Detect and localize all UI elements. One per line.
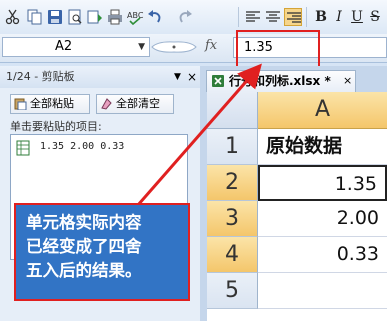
- cell-a1[interactable]: 原始数据: [258, 129, 387, 165]
- clipboard-item[interactable]: 1.35 2.00 0.33: [14, 138, 184, 160]
- clear-icon: [100, 97, 113, 110]
- excel-clip-icon: [16, 140, 30, 156]
- toolbar-separator: [306, 7, 307, 27]
- row-header[interactable]: 3: [207, 201, 258, 237]
- undo-icon[interactable]: [146, 8, 164, 26]
- formula-highlight-box: [236, 30, 320, 68]
- paste-all-label: 全部粘贴: [30, 97, 74, 110]
- align-right-icon[interactable]: [284, 8, 302, 26]
- quick-access-toolbar: ABC B I U S: [0, 0, 387, 35]
- underline-button[interactable]: U: [348, 8, 366, 26]
- cell-a4[interactable]: 0.33: [258, 237, 387, 273]
- italic-button[interactable]: I: [330, 8, 348, 26]
- close-icon[interactable]: ×: [343, 71, 352, 91]
- spell-icon[interactable]: ABC: [126, 8, 144, 26]
- clear-all-button[interactable]: 全部清空: [96, 94, 174, 114]
- chevron-down-icon[interactable]: ▼: [138, 38, 145, 56]
- toolbar-separator: [238, 7, 239, 27]
- clipboard-instruction: 单击要粘贴的项目:: [10, 120, 102, 133]
- fx-icon[interactable]: fx: [205, 38, 217, 53]
- spreadsheet-grid: A 1 原始数据 2 1.35 3 2.00 4 0.33 5: [207, 92, 387, 321]
- clear-all-label: 全部清空: [116, 97, 160, 110]
- row-header[interactable]: 4: [207, 237, 258, 273]
- select-all-corner[interactable]: [207, 92, 258, 129]
- row-header[interactable]: 1: [207, 129, 258, 165]
- column-header-a[interactable]: A: [258, 92, 387, 129]
- clipboard-item-text: 1.35 2.00 0.33: [40, 141, 125, 152]
- align-left-icon[interactable]: [244, 8, 262, 26]
- pane-options-icon[interactable]: ▼: [174, 66, 181, 88]
- name-box[interactable]: A2 ▼: [2, 37, 150, 57]
- bold-button[interactable]: B: [312, 8, 330, 26]
- close-icon[interactable]: ×: [187, 66, 197, 88]
- cell-a5[interactable]: [258, 273, 387, 309]
- row-header[interactable]: 2: [207, 165, 258, 201]
- save-icon[interactable]: [46, 8, 64, 26]
- annotation-line: 已经变成了四舍: [26, 237, 142, 256]
- annotation-line: 五入后的结果。: [26, 261, 142, 280]
- workbook-tab-label: 行号和列标.xlsx *: [229, 74, 331, 88]
- clipboard-pane-title: 1/24 - 剪贴板: [6, 70, 75, 83]
- clipboard-pane-header: 1/24 - 剪贴板 ▼ ×: [0, 66, 200, 88]
- strikethrough-button[interactable]: S: [366, 8, 384, 26]
- excel-file-icon: [211, 74, 225, 88]
- name-box-value: A2: [55, 39, 73, 54]
- redo-icon[interactable]: [176, 8, 194, 26]
- workbook-tab[interactable]: 行号和列标.xlsx * ×: [206, 70, 356, 92]
- formula-bar: A2 ▼ fx 1.35: [0, 34, 387, 63]
- print-preview-icon[interactable]: [66, 8, 84, 26]
- cut-icon[interactable]: [4, 8, 22, 26]
- align-center-icon[interactable]: [264, 8, 282, 26]
- cell-a3[interactable]: 2.00: [258, 201, 387, 237]
- formula-bar-splitter[interactable]: [150, 39, 198, 55]
- svg-text:ABC: ABC: [127, 11, 144, 20]
- sort-icon[interactable]: [86, 8, 104, 26]
- paste-icon: [14, 97, 27, 110]
- annotation-line: 单元格实际内容: [26, 213, 142, 232]
- copy-icon[interactable]: [25, 8, 43, 26]
- paste-all-button[interactable]: 全部粘贴: [10, 94, 90, 114]
- row-header[interactable]: 5: [207, 273, 258, 309]
- cell-a2[interactable]: 1.35: [258, 165, 387, 201]
- annotation-callout: 单元格实际内容 已经变成了四舍 五入后的结果。: [14, 203, 190, 301]
- print-icon[interactable]: [106, 8, 124, 26]
